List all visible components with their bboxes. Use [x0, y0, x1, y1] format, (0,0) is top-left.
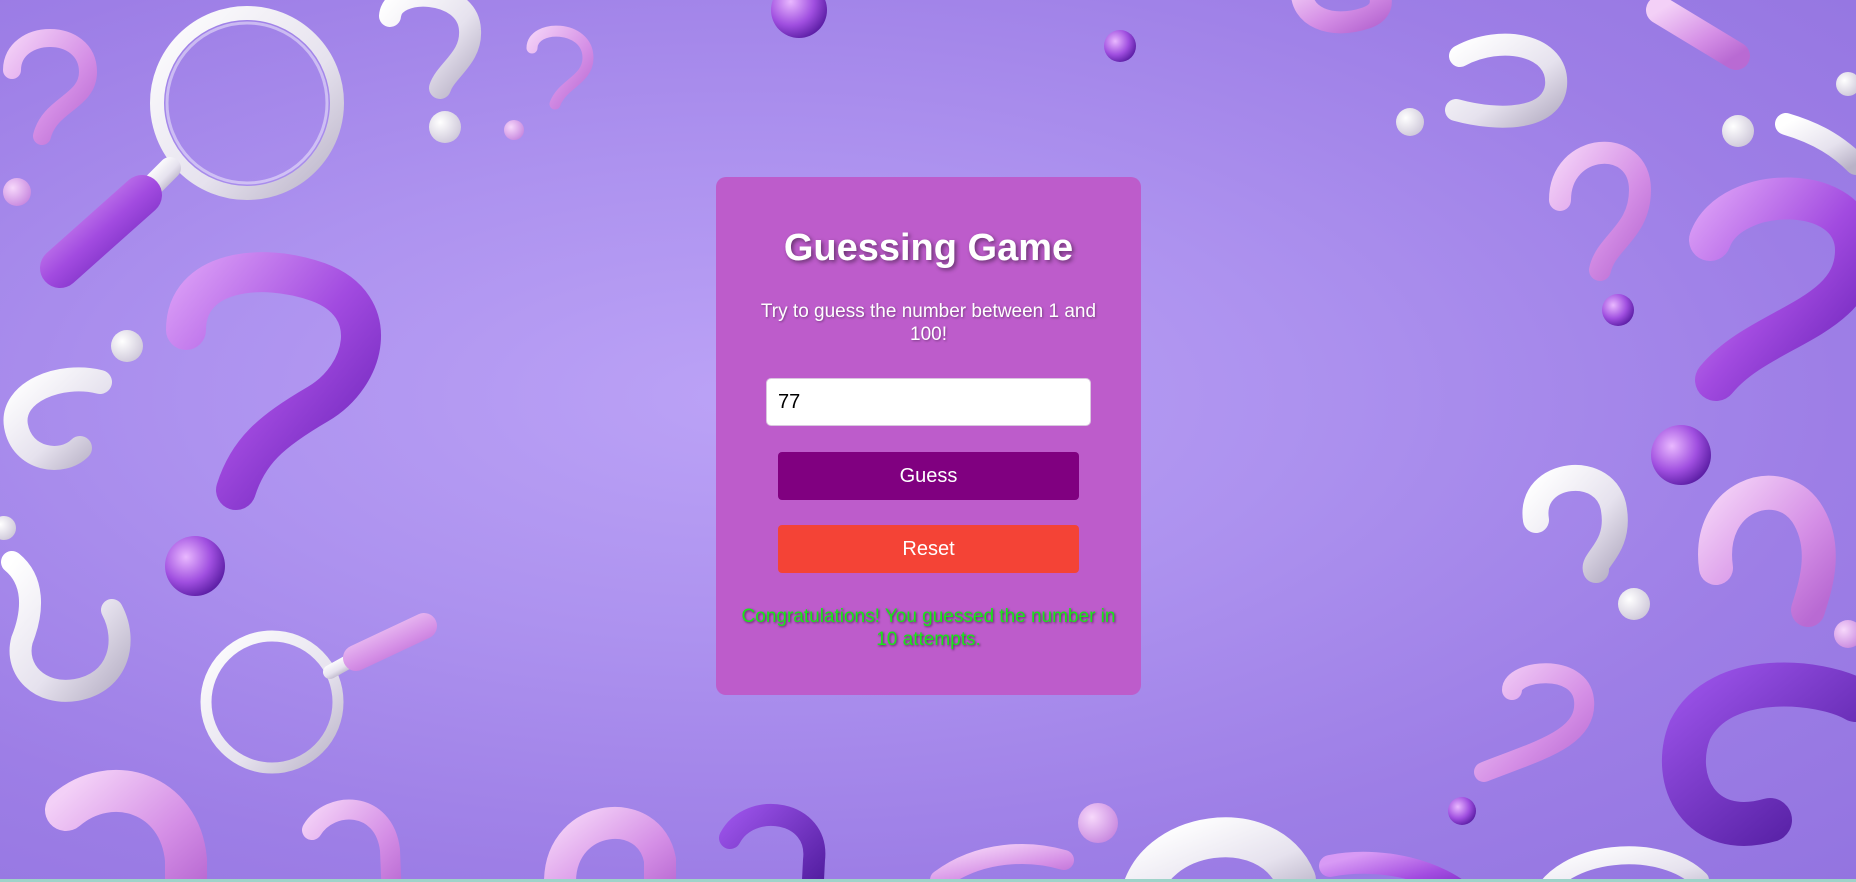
question-mark-icon — [1448, 663, 1595, 825]
sphere-icon — [1104, 30, 1136, 62]
game-instructions: Try to guess the number between 1 and 10… — [760, 301, 1097, 345]
game-card: Guessing Game Try to guess the number be… — [716, 177, 1141, 695]
question-mark-icon — [1540, 846, 1709, 882]
question-mark-icon — [379, 0, 481, 143]
magnifying-glass-icon — [200, 613, 437, 774]
question-mark-icon — [1396, 33, 1568, 136]
guess-button[interactable]: Guess — [778, 452, 1079, 500]
question-mark-icon — [1549, 142, 1652, 326]
sphere-icon — [1836, 72, 1856, 96]
question-mark-icon — [504, 25, 594, 140]
question-mark-icon — [1124, 817, 1316, 882]
game-title: Guessing Game — [783, 227, 1074, 269]
guess-input[interactable] — [766, 378, 1091, 426]
magnifying-glass-icon — [40, 6, 344, 288]
sphere-icon — [1722, 115, 1754, 147]
question-mark-icon — [0, 516, 131, 702]
question-mark-icon — [930, 844, 1074, 882]
sphere-icon — [1651, 425, 1711, 485]
question-mark-icon — [544, 807, 676, 882]
question-mark-icon — [1291, 0, 1392, 34]
question-mark-icon — [45, 770, 207, 882]
sphere-icon — [1834, 620, 1856, 648]
question-mark-icon — [3, 29, 98, 206]
question-mark-icon — [302, 799, 402, 882]
question-mark-icon — [719, 804, 826, 882]
question-mark-icon — [1698, 475, 1836, 627]
question-mark-icon — [1522, 465, 1650, 620]
question-mark-icon — [165, 252, 381, 596]
sphere-icon — [771, 0, 827, 38]
result-message: Congratulations! You guessed the number … — [741, 606, 1116, 650]
sphere-icon — [1078, 803, 1118, 843]
question-mark-icon — [1689, 177, 1856, 401]
reset-button[interactable]: Reset — [778, 525, 1079, 573]
question-mark-icon — [3, 367, 112, 470]
sphere-icon — [111, 330, 143, 362]
question-mark-icon — [1646, 0, 1750, 70]
question-mark-icon — [1775, 113, 1856, 175]
question-mark-icon — [1661, 662, 1856, 846]
